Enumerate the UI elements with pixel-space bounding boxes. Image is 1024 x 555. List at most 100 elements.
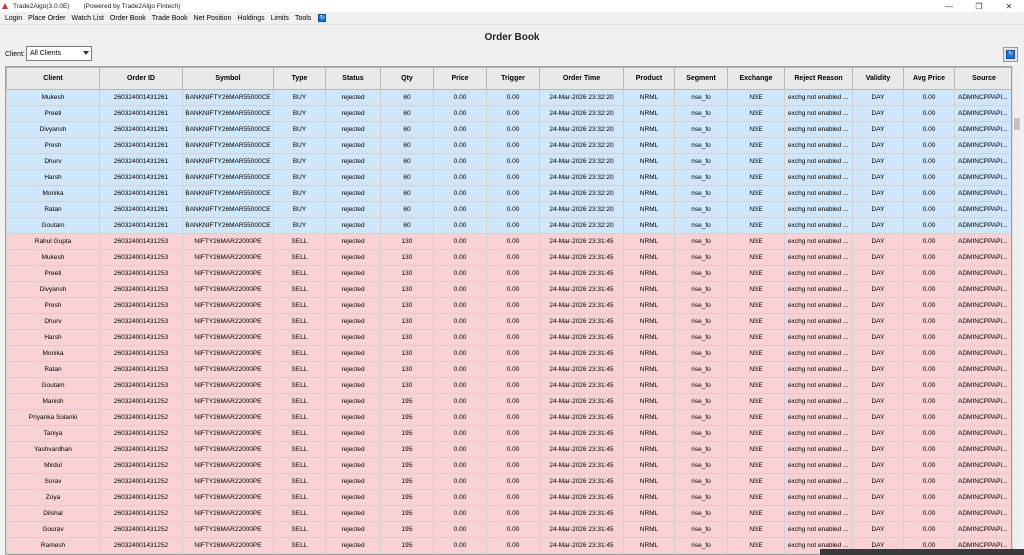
- table-row[interactable]: Harsh 260324001431253 NIFTY26MAR22000PE SEL…: [6, 329, 1011, 346]
- cell-source: ADMINCPPAPI...: [954, 185, 1011, 202]
- restore-button[interactable]: ❐: [964, 0, 994, 12]
- column-header-source[interactable]: Source: [954, 67, 1011, 90]
- cell-symbol: NIFTY26MAR22000PE: [182, 329, 274, 346]
- table-row[interactable]: Monika 260324001431253 NIFTY26MAR22000PE SE…: [6, 345, 1011, 362]
- table-row[interactable]: Yashvardhan 260324001431252 NIFTY26MAR2200…: [6, 441, 1011, 458]
- column-header-symbol[interactable]: Symbol: [182, 67, 274, 90]
- column-header-validity[interactable]: Validity: [852, 67, 904, 90]
- cell-order-time: 24-Mar-2026 23:32:20: [539, 137, 624, 154]
- table-row[interactable]: Rahul Gupta 260324001431253 NIFTY26MAR2200…: [6, 233, 1011, 250]
- table-row[interactable]: Goutam 260324001431253 NIFTY26MAR22000PE SE…: [6, 377, 1011, 394]
- table-row[interactable]: Preeti 260324001431253 NIFTY26MAR22000PE SE…: [6, 265, 1011, 282]
- cell-price: 0.00: [433, 489, 487, 506]
- cell-trigger: 0.00: [486, 329, 540, 346]
- cell-order-time: 24-Mar-2026 23:32:20: [539, 89, 624, 106]
- cell-status: rejected: [325, 121, 381, 138]
- column-header-client[interactable]: Client: [6, 67, 100, 90]
- close-button[interactable]: ✕: [994, 0, 1024, 12]
- table-row[interactable]: Goutam 260324001431261 BANKNIFTY26MAR55000…: [6, 217, 1011, 234]
- column-header-order-id[interactable]: Order ID: [99, 67, 183, 90]
- table-row[interactable]: Zoya 260324001431252 NIFTY26MAR22000PE SELL…: [6, 489, 1011, 506]
- table-row[interactable]: Preeti 260324001431261 BANKNIFTY26MAR55000…: [6, 105, 1011, 122]
- cell-product: NRML: [623, 537, 675, 554]
- cell-exchange: NSE: [727, 329, 785, 346]
- table-row[interactable]: Divyansh 260324001431261 BANKNIFTY26MAR550…: [6, 121, 1011, 138]
- column-header-product[interactable]: Product: [623, 67, 675, 90]
- menu-trade-book[interactable]: Trade Book: [149, 15, 191, 22]
- table-row[interactable]: Mukesh 260324001431261 BANKNIFTY26MAR55000…: [6, 89, 1011, 106]
- cell-product: NRML: [623, 265, 675, 282]
- column-header-qty[interactable]: Qty: [380, 67, 434, 90]
- column-header-exchange[interactable]: Exchange: [727, 67, 785, 90]
- table-row[interactable]: Harsh 260324001431261 BANKNIFTY26MAR55000C…: [6, 169, 1011, 186]
- scrollbar-thumb[interactable]: [1014, 118, 1020, 130]
- cell-segment: nse_fo: [674, 281, 728, 298]
- table-row[interactable]: Mirdul 260324001431252 NIFTY26MAR22000PE SE…: [6, 457, 1011, 474]
- cell-order-time: 24-Mar-2026 23:31:45: [539, 409, 624, 426]
- cell-trigger: 0.00: [486, 537, 540, 554]
- table-row[interactable]: Dhurv 260324001431261 BANKNIFTY26MAR55000C…: [6, 153, 1011, 170]
- table-row[interactable]: Ratan 260324001431253 NIFTY26MAR22000PE SEL…: [6, 361, 1011, 378]
- table-row[interactable]: Divyansh 260324001431253 NIFTY26MAR22000PE…: [6, 281, 1011, 298]
- cell-price: 0.00: [433, 313, 487, 330]
- cell-price: 0.00: [433, 217, 487, 234]
- table-row[interactable]: Monika 260324001431261 BANKNIFTY26MAR55000…: [6, 185, 1011, 202]
- cell-symbol: BANKNIFTY26MAR55000CE: [182, 121, 274, 138]
- table-row[interactable]: Manish 260324001431252 NIFTY26MAR22000PE SE…: [6, 393, 1011, 410]
- column-header-reject-reason[interactable]: Reject Reason: [784, 67, 853, 90]
- refresh-button[interactable]: ↻: [1003, 47, 1018, 62]
- menu-limits[interactable]: Limits: [268, 15, 292, 22]
- table-row[interactable]: Priyanka Solanki 260324001431252 NIFTY26MA…: [6, 409, 1011, 426]
- column-header-segment[interactable]: Segment: [674, 67, 728, 90]
- cell-status: rejected: [325, 473, 381, 490]
- cell-price: 0.00: [433, 393, 487, 410]
- cell-status: rejected: [325, 489, 381, 506]
- cell-trigger: 0.00: [486, 361, 540, 378]
- menu-tools[interactable]: Tools: [292, 15, 314, 22]
- cell-exchange: NSE: [727, 121, 785, 138]
- cell-symbol: NIFTY26MAR22000PE: [182, 425, 274, 442]
- table-row[interactable]: Taniya 260324001431252 NIFTY26MAR22000PE SE…: [6, 425, 1011, 442]
- table-row[interactable]: Ratan 260324001431261 BANKNIFTY26MAR55000C…: [6, 201, 1011, 218]
- menu-place-order[interactable]: Place Order: [25, 15, 68, 22]
- cell-validity: DAY: [852, 473, 904, 490]
- order-book-table: Client Order ID Symbol Type Status Qty Price Tr…: [5, 66, 1012, 555]
- table-row[interactable]: Dilshal 260324001431252 NIFTY26MAR22000PE S…: [6, 505, 1011, 522]
- cell-trigger: 0.00: [486, 457, 540, 474]
- menu-watch-list[interactable]: Watch List: [69, 15, 107, 22]
- cell-segment: nse_fo: [674, 297, 728, 314]
- cell-segment: nse_fo: [674, 521, 728, 538]
- cell-segment: nse_fo: [674, 137, 728, 154]
- column-header-order-time[interactable]: Order Time: [539, 67, 624, 90]
- table-row[interactable]: Presh 260324001431253 NIFTY26MAR22000PE SEL…: [6, 297, 1011, 314]
- menu-order-book[interactable]: Order Book: [107, 15, 149, 22]
- column-header-price[interactable]: Price: [433, 67, 487, 90]
- cell-order-id: 260324001431261: [99, 137, 183, 154]
- cell-reject-reason: exchg not enabled ...: [784, 121, 853, 138]
- column-header-trigger[interactable]: Trigger: [486, 67, 540, 90]
- cell-reject-reason: exchg not enabled ...: [784, 249, 853, 266]
- menu-net-position[interactable]: Net Position: [191, 15, 235, 22]
- cell-type: BUY: [273, 153, 326, 170]
- cell-order-id: 260324001431252: [99, 489, 183, 506]
- table-row[interactable]: Dhurv 260324001431253 NIFTY26MAR22000PE SEL…: [6, 313, 1011, 330]
- cell-type: SELL: [273, 329, 326, 346]
- minimize-button[interactable]: —: [934, 0, 964, 12]
- column-header-status[interactable]: Status: [325, 67, 381, 90]
- table-row[interactable]: Mukesh 260324001431253 NIFTY26MAR22000PE SE…: [6, 249, 1011, 266]
- column-header-type[interactable]: Type: [273, 67, 326, 90]
- table-row[interactable]: Presh 260324001431261 BANKNIFTY26MAR55000C…: [6, 137, 1011, 154]
- cell-order-time: 24-Mar-2026 23:32:20: [539, 169, 624, 186]
- cell-segment: nse_fo: [674, 473, 728, 490]
- menu-login[interactable]: Login: [2, 15, 25, 22]
- column-header-avg-price[interactable]: Avg Price: [903, 67, 955, 90]
- table-row[interactable]: Gourav 260324001431252 NIFTY26MAR22000PE SE…: [6, 521, 1011, 538]
- client-dropdown[interactable]: All Clients: [26, 46, 92, 61]
- menu-holdings[interactable]: Holdings: [234, 15, 267, 22]
- cell-status: rejected: [325, 361, 381, 378]
- table-row[interactable]: Sorav 260324001431252 NIFTY26MAR22000PE SEL…: [6, 473, 1011, 490]
- cell-trigger: 0.00: [486, 377, 540, 394]
- menu-refresh-icon[interactable]: ↻: [318, 14, 327, 22]
- cell-type: SELL: [273, 409, 326, 426]
- vertical-scrollbar[interactable]: [1012, 66, 1020, 555]
